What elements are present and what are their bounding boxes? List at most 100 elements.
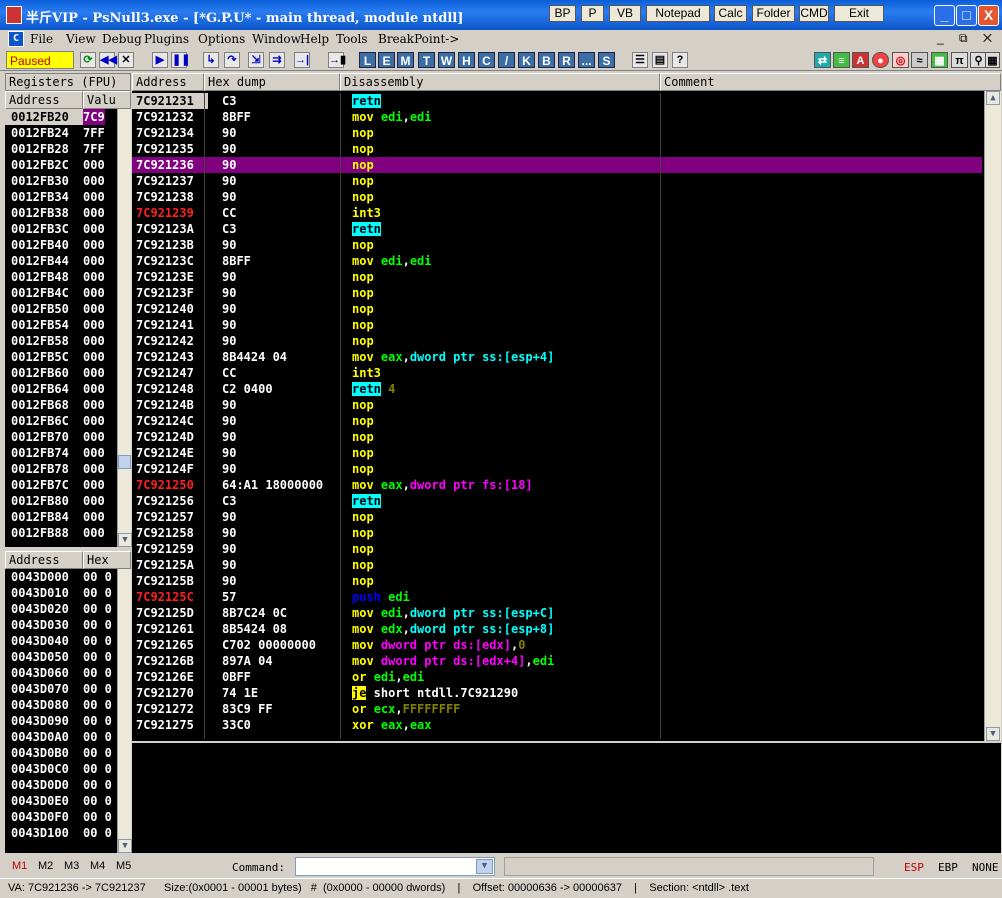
close-file-icon[interactable]: ✕ <box>118 52 134 68</box>
disassembly-row[interactable]: 7C92125D 8B7C24 0C mov edi,dword ptr ss:[e… <box>132 605 982 621</box>
disassembly-row[interactable]: 7C921250 64:A1 18000000 mov eax,dword ptr … <box>132 477 982 493</box>
stack-pane[interactable]: Registers (FPU) Address Valu 0012FB20 7C9… <box>5 73 132 547</box>
marker-tab-m4[interactable]: M4 <box>90 860 105 872</box>
disassembly-row[interactable]: 7C921232 8BFF mov edi,edi <box>132 109 982 125</box>
toolbar-dots-button[interactable]: ... <box>578 52 595 68</box>
disassembly-row[interactable]: 7C921239 CC int3 <box>132 205 982 221</box>
disassembly-row[interactable]: 7C921242 90 nop <box>132 333 982 349</box>
menu-breakpoint[interactable]: BreakPoint-> <box>378 32 459 46</box>
menu-tools[interactable]: Tools <box>336 32 368 46</box>
menu-plugins[interactable]: Plugins <box>144 32 189 46</box>
stack-row[interactable]: 0012FB34 000 <box>5 189 117 205</box>
list-icon[interactable]: ☰ <box>632 52 648 68</box>
dump-row[interactable]: 0043D0C0 00 0 <box>5 761 117 777</box>
disassembly-row[interactable]: 7C92123E 90 nop <box>132 269 982 285</box>
execute-till-return-icon[interactable]: →| <box>294 52 310 68</box>
disassembly-row[interactable]: 7C921240 90 nop <box>132 301 982 317</box>
reg-switch-esp[interactable]: ESP <box>904 861 924 874</box>
dump-row[interactable]: 0043D090 00 0 <box>5 713 117 729</box>
stack-row[interactable]: 0012FB48 000 <box>5 269 117 285</box>
stack-row[interactable]: 0012FB2C 000 <box>5 157 117 173</box>
pi-icon[interactable]: π <box>951 52 968 68</box>
disassembly-row[interactable]: 7C92125C 57 push edi <box>132 589 982 605</box>
stack-row[interactable]: 0012FB84 000 <box>5 509 117 525</box>
disassembly-row[interactable]: 7C92125A 90 nop <box>132 557 982 573</box>
disassembly-row[interactable]: 7C921238 90 nop <box>132 189 982 205</box>
stack-row[interactable]: 0012FB4C 000 <box>5 285 117 301</box>
disassembly-row[interactable]: 7C921234 90 nop <box>132 125 982 141</box>
stack-row[interactable]: 0012FB7C 000 <box>5 477 117 493</box>
dis-col-disassembly[interactable]: Disassembly <box>340 73 660 91</box>
menu-file[interactable]: File <box>30 32 53 46</box>
disassembly-row[interactable]: 7C921258 90 nop <box>132 525 982 541</box>
options-icon[interactable]: ▤ <box>652 52 668 68</box>
dump-row[interactable]: 0043D0F0 00 0 <box>5 809 117 825</box>
stack-row[interactable]: 0012FB68 000 <box>5 397 117 413</box>
toolbar-slash-button[interactable]: / <box>498 52 515 68</box>
plugin-icon[interactable]: ≡ <box>833 52 850 68</box>
mdi-window-controls[interactable]: _ ⧉ ✕ <box>937 31 998 46</box>
disassembly-row[interactable]: 7C92126B 897A 04 mov dword ptr ds:[edx+4],… <box>132 653 982 669</box>
disassembly-scrollbar[interactable]: ▲ ▼ <box>984 91 1001 741</box>
table-icon[interactable]: ▦ <box>931 52 948 68</box>
menu-view[interactable]: View <box>66 32 96 46</box>
disassembly-row[interactable]: 7C921272 83C9 FF or ecx,FFFFFFFF <box>132 701 982 717</box>
dump-row[interactable]: 0043D060 00 0 <box>5 665 117 681</box>
disassembly-row[interactable]: 7C921236 90 nop <box>132 157 982 173</box>
stack-row[interactable]: 0012FB30 000 <box>5 173 117 189</box>
disassembly-row[interactable]: 7C92125B 90 nop <box>132 573 982 589</box>
reg-switch-none[interactable]: NONE <box>972 861 999 874</box>
run-icon[interactable]: ▶ <box>152 52 168 68</box>
toolbar-r-button[interactable]: R <box>558 52 575 68</box>
dump-row[interactable]: 0043D0B0 00 0 <box>5 745 117 761</box>
menu-window[interactable]: Window <box>252 32 301 46</box>
cmd-button[interactable]: CMD <box>799 5 829 22</box>
pause-icon[interactable]: ❚❚ <box>171 52 190 68</box>
maximize-button[interactable]: □ <box>956 5 977 26</box>
menu-options[interactable]: Options <box>198 32 245 46</box>
marker-tab-m3[interactable]: M3 <box>64 860 79 872</box>
dis-scroll-up[interactable]: ▲ <box>986 91 1000 105</box>
refresh-icon[interactable]: ⇄ <box>814 52 831 68</box>
stack-row[interactable]: 0012FB70 000 <box>5 429 117 445</box>
dis-col-comment[interactable]: Comment <box>660 73 1001 91</box>
record-icon[interactable]: ● <box>872 52 889 68</box>
stack-row[interactable]: 0012FB78 000 <box>5 461 117 477</box>
disassembly-row[interactable]: 7C921241 90 nop <box>132 317 982 333</box>
trace-over-icon[interactable]: ⇉ <box>269 52 285 68</box>
disassembly-row[interactable]: 7C921237 90 nop <box>132 173 982 189</box>
stack-row[interactable]: 0012FB58 000 <box>5 333 117 349</box>
disassembly-row[interactable]: 7C921275 33C0 xor eax,eax <box>132 717 982 733</box>
a-icon[interactable]: A <box>852 52 869 68</box>
stack-scroll-down[interactable]: ▼ <box>118 533 132 547</box>
vb-button[interactable]: VB <box>609 5 641 22</box>
disassembly-row[interactable]: 7C921257 90 nop <box>132 509 982 525</box>
stack-col-value[interactable]: Valu <box>83 91 131 109</box>
stack-row[interactable]: 0012FB60 000 <box>5 365 117 381</box>
disassembly-row[interactable]: 7C921270 74 1E je short ntdll.7C921290 <box>132 685 982 701</box>
dump-col-address[interactable]: Address <box>5 551 83 569</box>
dis-scroll-down[interactable]: ▼ <box>986 727 1000 741</box>
step-over-icon[interactable]: ↷ <box>224 52 240 68</box>
stack-scroll-thumb[interactable] <box>118 455 131 469</box>
disassembly-row[interactable]: 7C92126E 0BFF or edi,edi <box>132 669 982 685</box>
dump-scroll-down[interactable]: ▼ <box>118 839 132 853</box>
disassembly-row[interactable]: 7C921231 C3 retn <box>132 93 982 109</box>
reg-switch-ebp[interactable]: EBP <box>938 861 958 874</box>
stack-row[interactable]: 0012FB50 000 <box>5 301 117 317</box>
mdi-icon[interactable]: C <box>8 31 24 47</box>
disassembly-row[interactable]: 7C921243 8B4424 04 mov eax,dword ptr ss:[e… <box>132 349 982 365</box>
disassembly-row[interactable]: 7C92123C 8BFF mov edi,edi <box>132 253 982 269</box>
toolbar-e-button[interactable]: E <box>378 52 395 68</box>
disassembly-row[interactable]: 7C92124F 90 nop <box>132 461 982 477</box>
calc-button[interactable]: Calc <box>714 5 747 22</box>
folder-button[interactable]: Folder <box>752 5 795 22</box>
command-dropdown-icon[interactable]: ▼ <box>476 859 493 874</box>
compare-icon[interactable]: ≈ <box>911 52 928 68</box>
stack-row[interactable]: 0012FB3C 000 <box>5 221 117 237</box>
stack-row[interactable]: 0012FB44 000 <box>5 253 117 269</box>
toolbar-k-button[interactable]: K <box>518 52 535 68</box>
registers-header[interactable]: Registers (FPU) <box>5 73 131 91</box>
grid-icon[interactable]: ▦ <box>985 52 1000 68</box>
stack-row[interactable]: 0012FB88 000 <box>5 525 117 541</box>
